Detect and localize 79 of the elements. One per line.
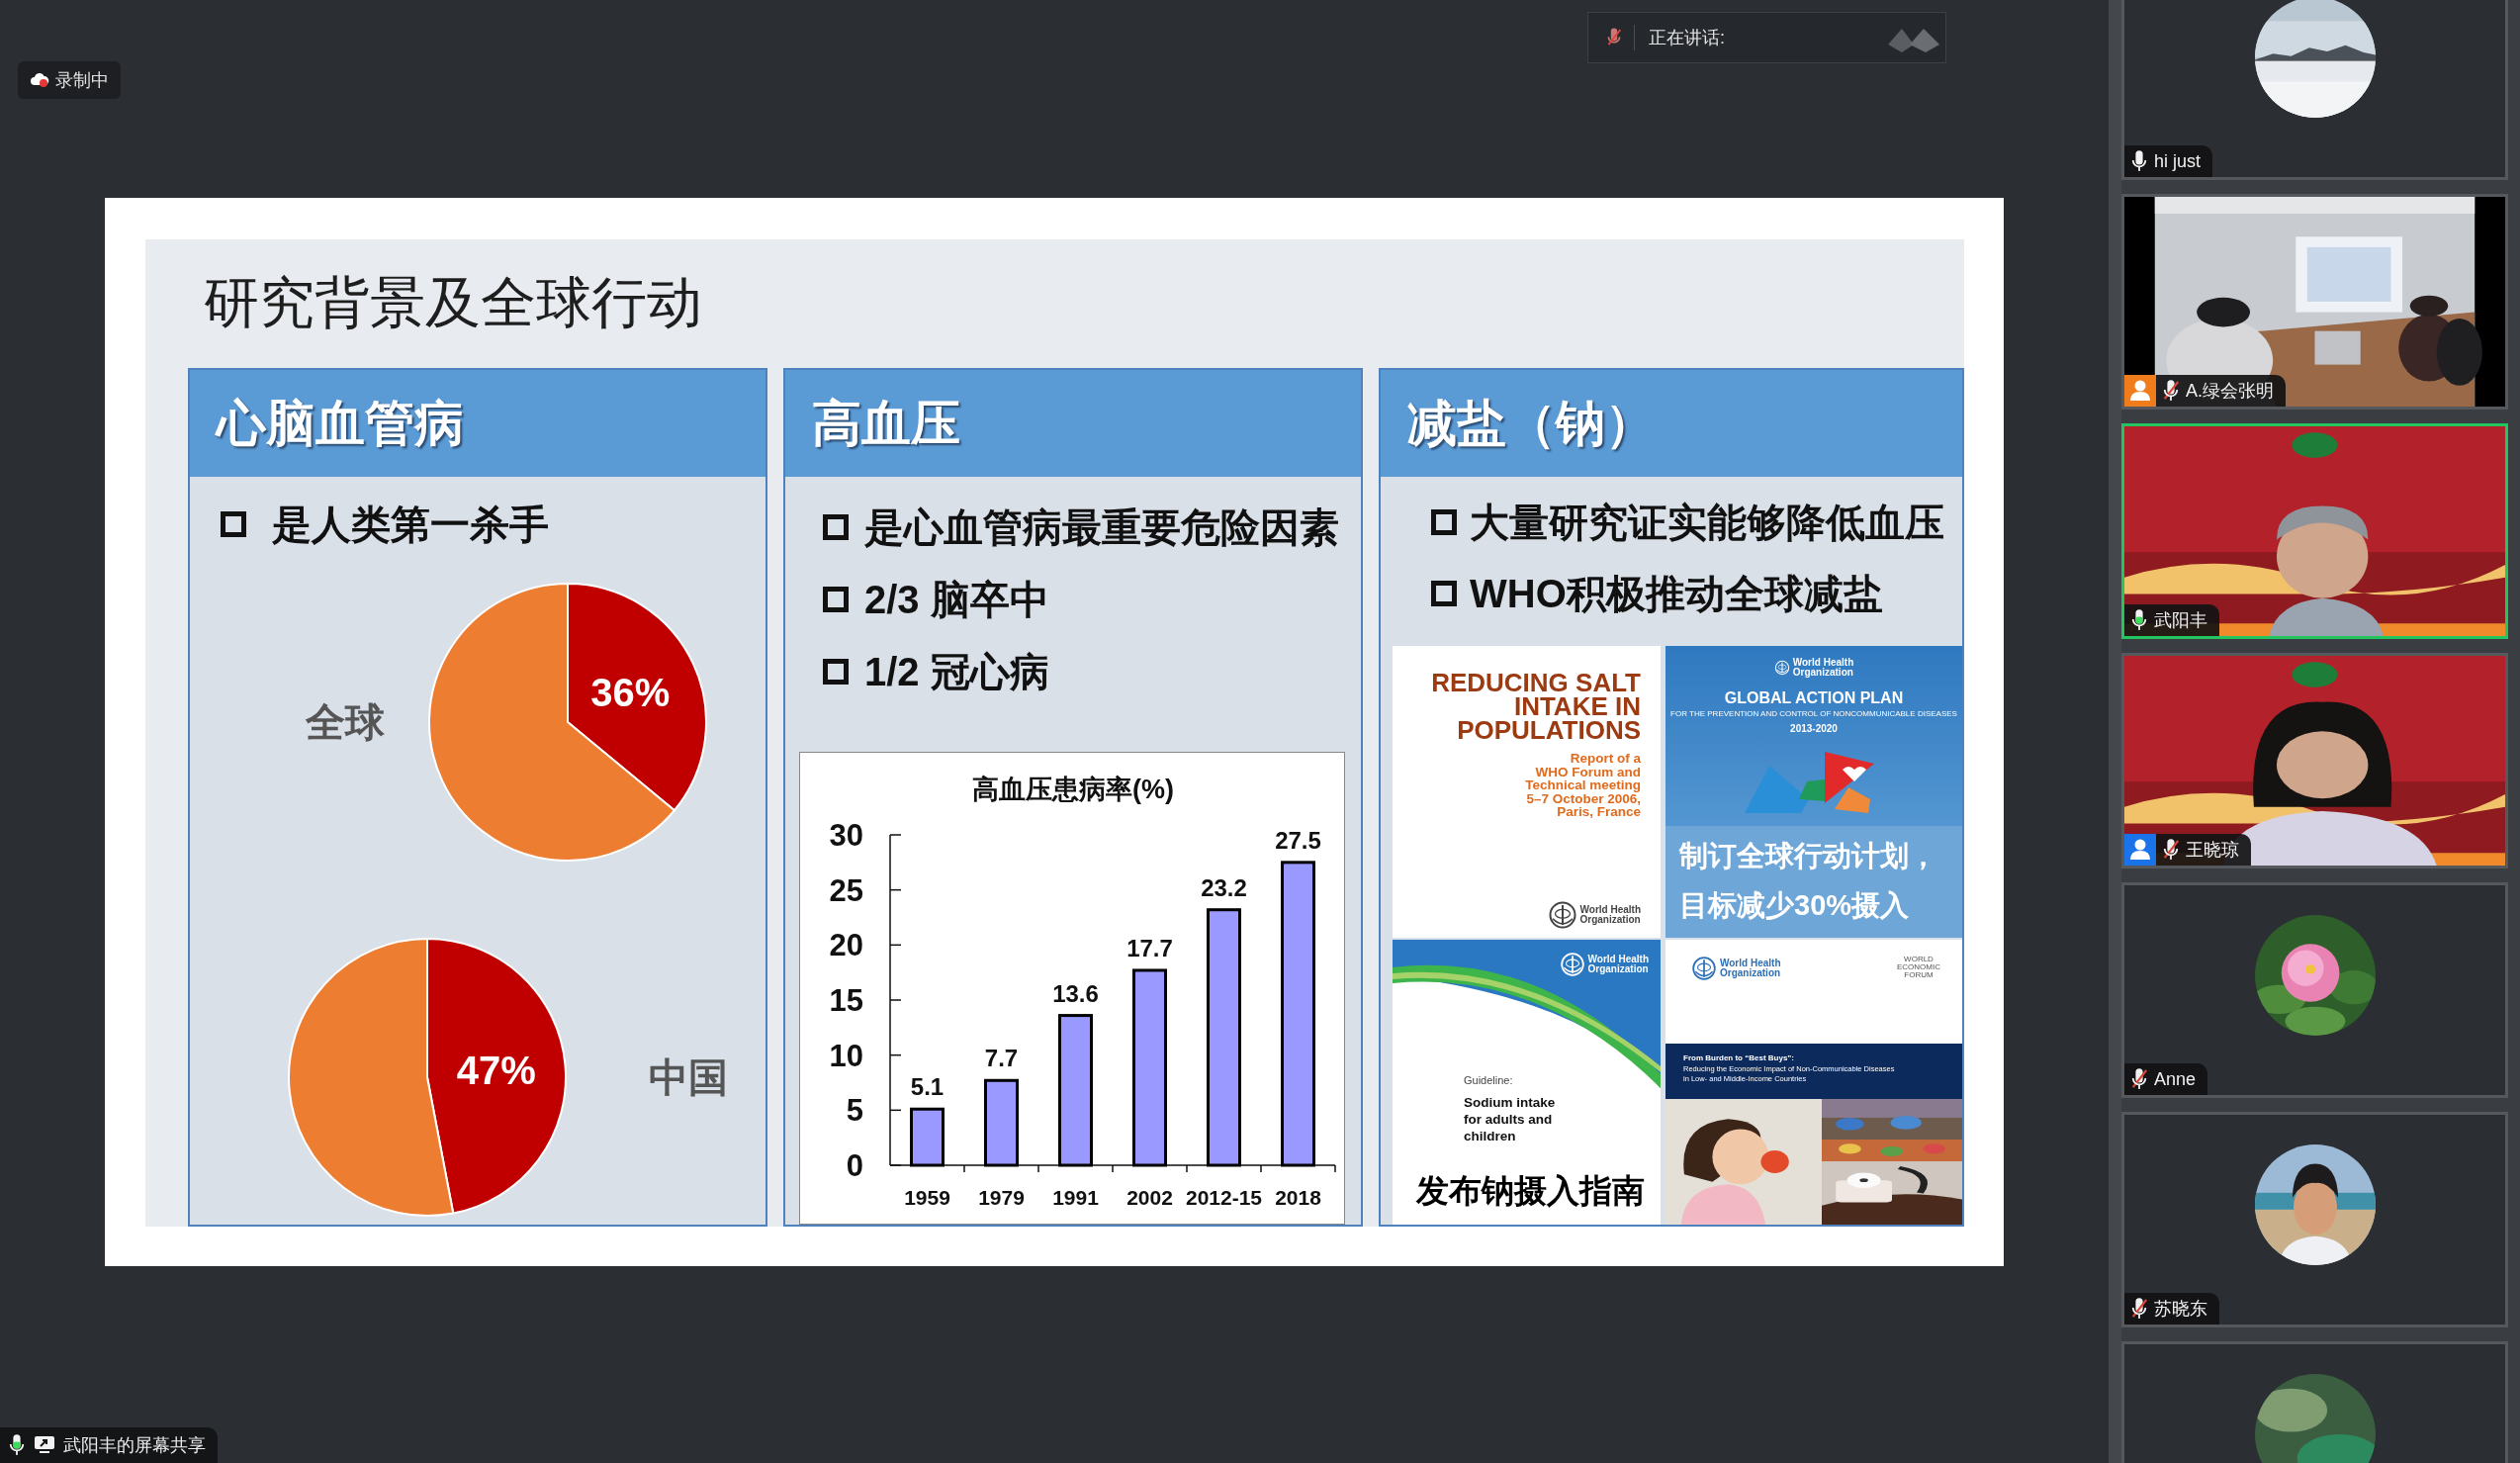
data-label: 7.7 — [984, 1045, 1019, 1072]
bullet-text: 是心血管病最重要危险因素 — [864, 503, 1339, 551]
tick-label: 20 — [829, 928, 863, 963]
bullet-text: 2/3 脑卒中 — [864, 576, 1049, 623]
video-tile[interactable]: A.绿会张明 — [2121, 194, 2508, 410]
square-bullet-icon — [221, 511, 246, 537]
chart-title: 高血压患病率(%) — [972, 775, 1174, 804]
emblem-icon — [1559, 952, 1585, 977]
category-label: 2018 — [1275, 1186, 1321, 1209]
screen-share-icon — [34, 1435, 55, 1455]
slice-label: 36% — [590, 671, 671, 715]
tick-label: 5 — [846, 1093, 863, 1129]
publisher-name: World Health Organization — [1720, 959, 1781, 978]
bullet-text: 是人类第一杀手 — [272, 501, 549, 548]
data-label: 13.6 — [1052, 979, 1099, 1007]
category-label: 1991 — [1052, 1186, 1099, 1209]
caption-text: 制订全球行动计划， — [1679, 839, 1938, 873]
data-label: 17.7 — [1126, 934, 1173, 961]
data-label: 5.1 — [910, 1073, 945, 1101]
region-label: 全球 — [306, 698, 386, 746]
emblem-icon — [1691, 956, 1717, 981]
participant-name: 苏晓东 — [2154, 1298, 2207, 1321]
participant-name: 武阳丰 — [2154, 609, 2207, 632]
slide-title: 研究背景及全球行动 — [203, 270, 703, 335]
square-bullet-icon — [1431, 509, 1457, 535]
bar — [910, 1107, 945, 1167]
caption-text: 发布钠摄入指南 — [1416, 1171, 1645, 1211]
participant-name: Anne — [2154, 1068, 2197, 1090]
bullet-text: 大量研究证实能够降低血压 — [1470, 499, 1944, 546]
cover-title: GLOBAL ACTION PLAN — [1724, 689, 1904, 707]
tick-label: 10 — [829, 1038, 863, 1073]
column-header: 高血压 — [785, 370, 1361, 477]
data-label: 23.2 — [1201, 873, 1247, 901]
category-label: 1979 — [978, 1186, 1025, 1209]
square-bullet-icon — [823, 514, 849, 540]
cover-years: 2013-2020 — [1790, 723, 1838, 734]
video-tile[interactable]: 武阳丰 — [2121, 423, 2508, 639]
emblem-icon — [1773, 660, 1790, 676]
participant-name: 王晓琼 — [2186, 839, 2239, 862]
bullet-text: WHO积极推动全球减盐 — [1470, 570, 1883, 617]
data-label: 27.5 — [1275, 826, 1321, 854]
column-header: 减盐（钠） — [1381, 370, 1962, 477]
category-label: 2002 — [1126, 1186, 1173, 1209]
cloud-record-icon — [30, 72, 49, 88]
square-bullet-icon — [823, 587, 849, 612]
category-label: 1959 — [904, 1186, 950, 1209]
participant-name: A.绿会张明 — [2186, 380, 2274, 403]
slice-label: 47% — [456, 1049, 536, 1093]
column-header: 心脑血管病 — [190, 370, 765, 477]
cover-subtitle: FOR THE PREVENTION AND CONTROL OF NONCOMMUNICABLE DISEASES — [1670, 709, 1957, 718]
tick-label: 15 — [829, 983, 863, 1018]
bullet-text: 1/2 冠心病 — [864, 648, 1049, 695]
tick-label: 0 — [846, 1148, 863, 1183]
category-label: 2012-15 — [1185, 1186, 1263, 1209]
square-bullet-icon — [1431, 581, 1457, 606]
square-bullet-icon — [823, 659, 849, 685]
cover-title: From Burden to “Best Buys”: — [1683, 1053, 1795, 1062]
speaker-label: 正在讲话: — [1649, 27, 1725, 49]
video-tile[interactable]: 苏晓东 — [2121, 1112, 2508, 1327]
video-tile[interactable]: 王晓琼 — [2121, 653, 2508, 869]
partner-name: WORLD ECONOMIC FORUM — [1897, 956, 1940, 981]
share-label: 武阳丰的屏幕共享 — [63, 1434, 206, 1457]
publisher-name: World Health Organization — [1792, 658, 1854, 678]
cover-title: REDUCING SALT INTAKE IN POPULATIONS — [1431, 671, 1641, 742]
participant-name: hi just — [2154, 150, 2202, 172]
publisher-name: World Health Organization — [1579, 905, 1641, 925]
cover-label: Guideline: — [1464, 1074, 1513, 1086]
recording-label: 录制中 — [55, 69, 109, 92]
region-label: 中国 — [649, 1053, 728, 1101]
cover-subtitle: Report of a WHO Forum and Technical meeting 5–7 October 2006, Paris, France — [1525, 752, 1641, 819]
recording-badge[interactable]: 录制中 — [18, 61, 121, 99]
emblem-icon — [1547, 900, 1577, 930]
publisher-name: World Health Organization — [1587, 955, 1649, 974]
video-tile[interactable]: hi just — [2121, 0, 2508, 180]
cover-title: Sodium intake for adults and children — [1464, 1094, 1556, 1144]
video-tile[interactable]: Anne — [2121, 882, 2508, 1098]
tick-label: 30 — [829, 818, 863, 853]
caption-text: 目标减少30%摄入 — [1679, 888, 1911, 923]
tick-label: 25 — [829, 872, 863, 908]
